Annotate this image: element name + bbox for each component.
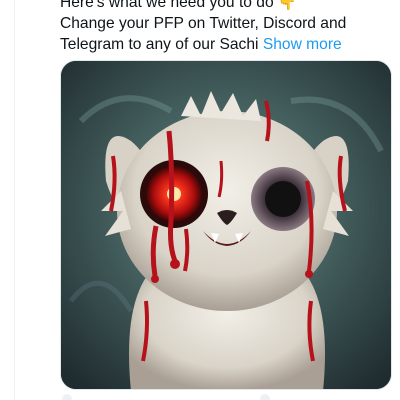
show-more-link[interactable]: Show more bbox=[263, 36, 342, 53]
tweet-media-image[interactable] bbox=[60, 60, 392, 390]
tweet-line-3: Telegram to any of our Sachi Show more bbox=[60, 34, 360, 55]
reply-icon[interactable] bbox=[62, 394, 72, 400]
creature-illustration-icon bbox=[61, 61, 391, 389]
tweet-line-2: Change your PFP on Twitter, Discord and bbox=[60, 15, 347, 32]
tweet-text: Here's what we need you to do 👇 Change yo… bbox=[60, 0, 360, 55]
pointing-down-icon: 👇 bbox=[277, 0, 297, 11]
tweet-line-1: Here's what we need you to do 👇 bbox=[60, 0, 360, 13]
tweet-line-3-text: Telegram to any of our Sachi bbox=[60, 36, 259, 53]
like-icon[interactable] bbox=[260, 394, 270, 400]
thread-line bbox=[14, 0, 15, 400]
tweet-actions-row bbox=[60, 392, 392, 400]
tweet-line-1-text: Here's what we need you to do bbox=[60, 0, 274, 11]
